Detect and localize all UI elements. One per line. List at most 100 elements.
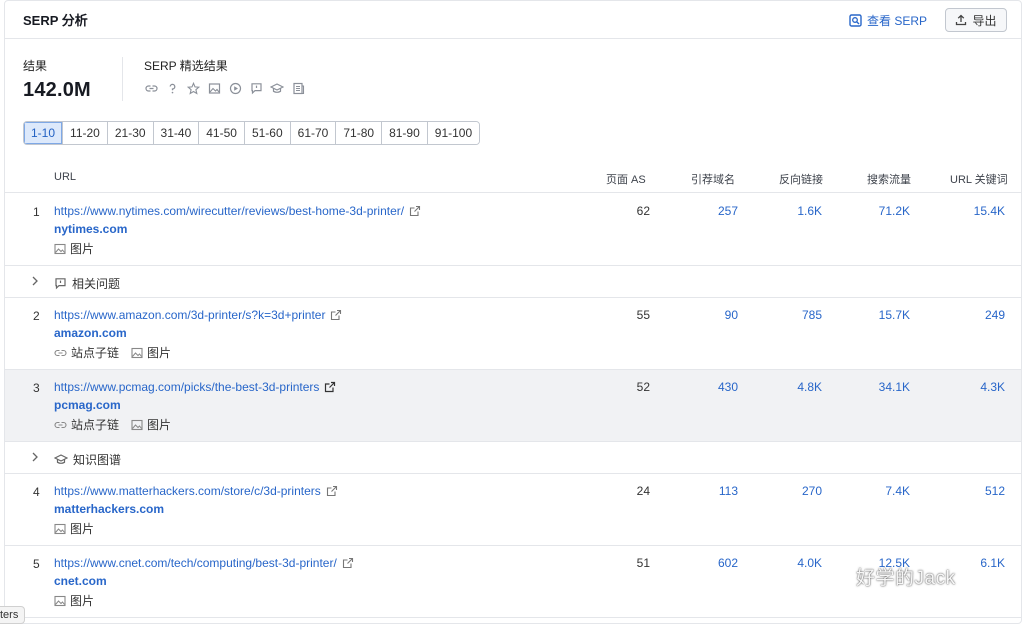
result-url-link[interactable]: https://www.pcmag.com/picks/the-best-3d-… <box>54 380 336 394</box>
graduation-cap-icon <box>54 454 68 464</box>
image-icon <box>54 595 66 606</box>
comment-icon[interactable] <box>249 81 263 95</box>
image-icon[interactable] <box>207 81 221 95</box>
feature-tag-label: 图片 <box>70 594 95 608</box>
result-features: 站点子链 图片 <box>54 344 183 361</box>
star-icon[interactable] <box>186 81 200 95</box>
row-rank: 3 <box>33 381 40 395</box>
chevron-right-icon[interactable] <box>30 275 40 287</box>
referring-domains-value[interactable]: 602 <box>668 556 738 570</box>
video-icon[interactable] <box>228 81 242 95</box>
backlinks-value[interactable]: 1.6K <box>752 204 822 218</box>
feature-tag-label: 站点子链 <box>71 346 120 360</box>
image-icon <box>131 347 143 358</box>
search-traffic-value[interactable]: 7.4K <box>840 484 910 498</box>
result-domain[interactable]: amazon.com <box>54 326 127 340</box>
result-url-link[interactable]: https://www.nytimes.com/wirecutter/revie… <box>54 204 421 218</box>
image-icon <box>54 523 66 534</box>
question-icon[interactable] <box>165 81 179 95</box>
page-range-button[interactable]: 91-100 <box>426 122 480 144</box>
referring-domains-value[interactable]: 257 <box>668 204 738 218</box>
feature-tag-image: 图片 <box>131 344 171 361</box>
column-url-keywords[interactable]: URL 关键词 <box>950 171 1008 187</box>
wechat-icon <box>821 566 848 586</box>
feature-tag-label: 图片 <box>147 418 172 432</box>
page-range-button[interactable]: 61-70 <box>289 122 336 144</box>
result-domain[interactable]: nytimes.com <box>54 222 127 236</box>
backlinks-value[interactable]: 270 <box>752 484 822 498</box>
results-stat: 结果 142.0M <box>23 57 91 102</box>
backlinks-value[interactable]: 4.0K <box>752 556 822 570</box>
serp-feature-row-knowledge-graph[interactable]: 知识图谱 <box>5 442 1021 474</box>
column-referring-domains[interactable]: 引荐域名 <box>691 171 735 187</box>
result-domain[interactable]: cnet.com <box>54 574 107 588</box>
url-keywords-value[interactable]: 4.3K <box>935 380 1005 394</box>
external-link-icon[interactable] <box>342 557 354 569</box>
column-url[interactable]: URL <box>54 171 76 183</box>
image-icon <box>54 243 66 254</box>
group-label: 知识图谱 <box>73 453 122 467</box>
referring-domains-value[interactable]: 430 <box>668 380 738 394</box>
result-url: https://www.amazon.com/3d-printer/s?k=3d… <box>54 308 326 322</box>
page-range-button[interactable]: 31-40 <box>152 122 199 144</box>
page-range-button[interactable]: 21-30 <box>106 122 153 144</box>
referring-domains-value[interactable]: 113 <box>668 484 738 498</box>
backlinks-value[interactable]: 785 <box>752 308 822 322</box>
feature-tag-image: 图片 <box>131 416 171 433</box>
feature-tag-image: 图片 <box>54 240 94 257</box>
table-row: 4 https://www.matterhackers.com/store/c/… <box>5 474 1021 546</box>
page-range-button[interactable]: 11-20 <box>62 122 107 144</box>
graduation-cap-icon[interactable] <box>270 81 284 95</box>
result-url-link[interactable]: https://www.amazon.com/3d-printer/s?k=3d… <box>54 308 342 322</box>
page-as-value: 52 <box>636 380 650 394</box>
page-range-button[interactable]: 1-10 <box>24 122 63 144</box>
column-backlinks[interactable]: 反向链接 <box>779 171 823 187</box>
search-traffic-value[interactable]: 71.2K <box>840 204 910 218</box>
url-keywords-value[interactable]: 15.4K <box>935 204 1005 218</box>
page-range-button[interactable]: 81-90 <box>381 122 427 144</box>
feature-tag-sitelinks: 站点子链 <box>54 416 119 433</box>
result-url-link[interactable]: https://www.cnet.com/tech/computing/best… <box>54 556 354 570</box>
feature-tag-label: 站点子链 <box>71 418 120 432</box>
view-serp-label: 查看 SERP <box>866 14 927 28</box>
link-icon <box>54 349 67 356</box>
external-link-icon[interactable] <box>330 309 342 321</box>
serp-feature-icons <box>144 81 312 95</box>
pagination: 1-10 11-20 21-30 31-40 41-50 51-60 61-70 71-80 8… <box>23 121 481 145</box>
result-url: https://www.nytimes.com/wirecutter/revie… <box>54 204 405 218</box>
watermark-text: 好学的Jack <box>856 568 956 589</box>
column-search-traffic[interactable]: 搜索流量 <box>867 171 911 187</box>
external-link-icon[interactable] <box>409 205 421 217</box>
result-url-link[interactable]: https://www.matterhackers.com/store/c/3d… <box>54 484 338 498</box>
news-icon[interactable] <box>291 81 305 95</box>
result-domain[interactable]: pcmag.com <box>54 398 121 412</box>
link-icon[interactable] <box>144 81 158 95</box>
backlinks-value[interactable]: 4.8K <box>752 380 822 394</box>
page-range-button[interactable]: 71-80 <box>335 122 382 144</box>
feature-tag-image: 图片 <box>54 520 94 537</box>
page-range-button[interactable]: 41-50 <box>198 122 244 144</box>
table-row-highlighted: 3 https://www.pcmag.com/picks/the-best-3… <box>5 370 1021 442</box>
results-label: 结果 <box>23 59 48 73</box>
page-range-button[interactable]: 51-60 <box>243 122 290 144</box>
serp-feature-row-related-questions[interactable]: 相关问题 <box>5 266 1021 298</box>
url-keywords-value[interactable]: 512 <box>935 484 1005 498</box>
external-link-icon[interactable] <box>326 485 338 497</box>
chevron-right-icon[interactable] <box>30 451 40 463</box>
page-as-value: 62 <box>636 204 650 218</box>
column-page-as[interactable]: 页面 AS <box>606 171 646 187</box>
search-traffic-value[interactable]: 15.7K <box>840 308 910 322</box>
row-rank: 5 <box>33 557 40 571</box>
url-keywords-value[interactable]: 249 <box>935 308 1005 322</box>
external-link-icon[interactable] <box>324 381 336 393</box>
search-traffic-value[interactable]: 34.1K <box>840 380 910 394</box>
serp-search-icon <box>849 14 862 27</box>
result-domain[interactable]: matterhackers.com <box>54 502 164 516</box>
comment-icon <box>55 278 66 290</box>
view-serp-link[interactable]: 查看 SERP <box>849 12 927 29</box>
upload-icon <box>956 14 967 26</box>
export-button[interactable]: 导出 <box>945 8 1007 32</box>
watermark: 好学的Jack <box>820 563 956 590</box>
row-rank: 4 <box>33 485 40 499</box>
referring-domains-value[interactable]: 90 <box>668 308 738 322</box>
